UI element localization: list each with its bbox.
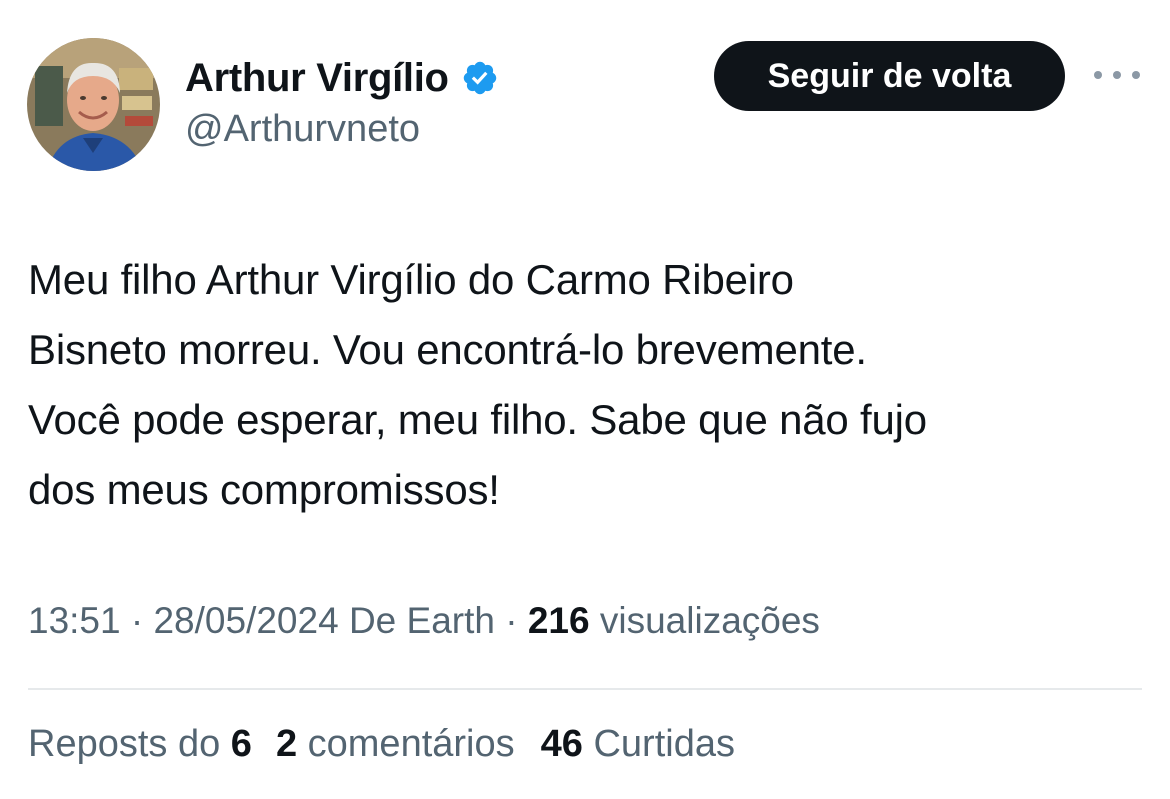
divider [28, 688, 1142, 690]
tweet-text-line: Meu filho Arthur Virgílio do Carmo Ribei… [28, 256, 794, 303]
tweet-date[interactable]: 28/05/2024 [153, 600, 338, 641]
views-count[interactable]: 216 [528, 600, 590, 641]
author-name-row: Arthur Virgílio [185, 50, 499, 106]
engagement-stats: Reposts do 6 2 comentários 46 Curtidas [28, 723, 735, 766]
dot [1094, 71, 1102, 79]
comments-label: comentários [307, 723, 515, 765]
separator: · [505, 600, 518, 641]
tweet-text-line: Bisneto morreu. Vou encontrá-lo brevemen… [28, 326, 867, 373]
likes-stat[interactable]: 46 Curtidas [541, 723, 735, 766]
reposts-stat[interactable]: Reposts do 6 [28, 723, 252, 766]
comments-stat[interactable]: 2 comentários [276, 723, 515, 766]
author-display-name[interactable]: Arthur Virgílio [185, 56, 449, 101]
dot [1132, 71, 1140, 79]
views-label: visualizações [599, 600, 820, 641]
reposts-label: Reposts do [28, 723, 221, 765]
author-handle[interactable]: @Arthurvneto [185, 108, 420, 151]
likes-label: Curtidas [593, 723, 735, 765]
more-horizontal-icon[interactable] [1094, 60, 1140, 90]
comments-count: 2 [275, 723, 298, 765]
follow-back-button[interactable]: Seguir de volta [714, 41, 1065, 111]
reposts-count: 6 [230, 723, 252, 765]
tweet-text: Meu filho Arthur Virgílio do Carmo Ribei… [28, 245, 1153, 525]
tweet-text-line: dos meus compromissos! [28, 466, 500, 513]
avatar[interactable] [27, 38, 160, 171]
tweet-source: De Earth [348, 600, 495, 641]
tweet-metadata: 13:51 · 28/05/2024 De Earth · 216 visual… [28, 600, 820, 642]
likes-count: 46 [540, 723, 583, 765]
dot [1113, 71, 1121, 79]
verified-badge-icon[interactable] [461, 59, 499, 97]
tweet-text-line: Você pode esperar, meu filho. Sabe que n… [28, 396, 927, 443]
tweet-time[interactable]: 13:51 [28, 600, 121, 641]
separator: · [130, 600, 144, 641]
